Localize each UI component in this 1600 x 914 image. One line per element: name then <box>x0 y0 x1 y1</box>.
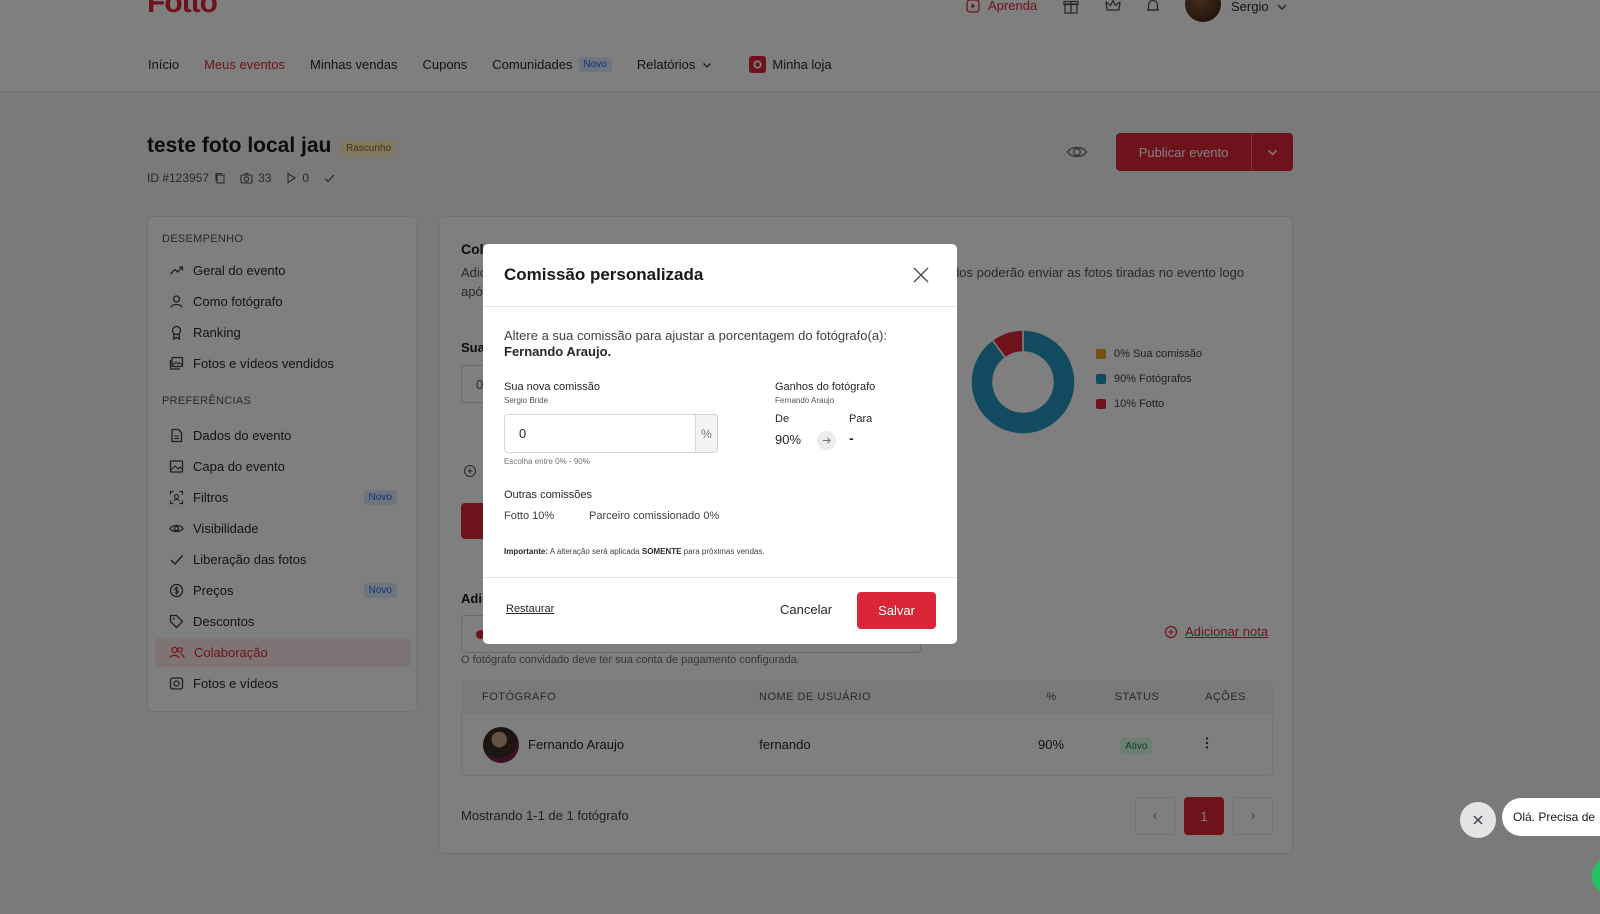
other-commissions-label: Outras comissões <box>504 489 593 501</box>
close-icon <box>1473 815 1483 825</box>
fotto-commission: Fotto 10% <box>504 510 555 522</box>
divider <box>483 306 957 307</box>
to-label: Para <box>849 413 873 425</box>
custom-commission-modal: Comissão personalizada Altere a sua comi… <box>483 244 957 644</box>
close-icon[interactable] <box>912 266 930 284</box>
important-label: Importante: <box>504 547 548 556</box>
new-commission-label: Sua nova comissão <box>504 381 600 393</box>
to-value: - <box>849 430 854 446</box>
commission-input[interactable] <box>505 415 695 452</box>
chat-greeting-bubble[interactable]: Olá. Precisa de <box>1502 798 1600 836</box>
important-text: A alteração será aplicada <box>549 547 640 556</box>
arrow-right-icon <box>817 431 836 450</box>
page: Fotto Aprenda Sergio Início Meus eventos… <box>0 0 1600 914</box>
divider <box>483 577 957 578</box>
important-bold: SOMENTE <box>641 547 682 556</box>
important-note: Importante: A alteração será aplicada SO… <box>504 547 765 556</box>
new-commission-field: % <box>504 414 718 453</box>
chat-close-button[interactable] <box>1460 802 1496 838</box>
save-button[interactable]: Salvar <box>857 592 936 629</box>
cancel-button[interactable]: Cancelar <box>780 602 832 617</box>
range-hint: Escolha entre 0% - 90% <box>504 457 590 466</box>
partner-commission: Parceiro comissionado 0% <box>589 510 720 522</box>
restore-button[interactable]: Restaurar <box>506 603 554 615</box>
modal-title: Comissão personalizada <box>504 265 704 284</box>
photographer-name: Fernando Araujo. <box>504 344 612 359</box>
chat-greeting-text: Olá. Precisa de <box>1513 810 1596 824</box>
earnings-label: Ganhos do fotógrafo <box>775 381 876 393</box>
percent-addon: % <box>695 415 717 452</box>
new-commission-sublabel: Sergio Bride <box>504 396 549 405</box>
important-text-end: para próximas vendas. <box>683 547 765 556</box>
earnings-sublabel: Fernando Araujo <box>775 396 835 405</box>
from-label: De <box>775 413 790 425</box>
modal-description: Altere a sua comissão para ajustar a por… <box>504 328 934 360</box>
from-value: 90% <box>775 432 802 447</box>
modal-description-text: Altere a sua comissão para ajustar a por… <box>504 328 887 343</box>
